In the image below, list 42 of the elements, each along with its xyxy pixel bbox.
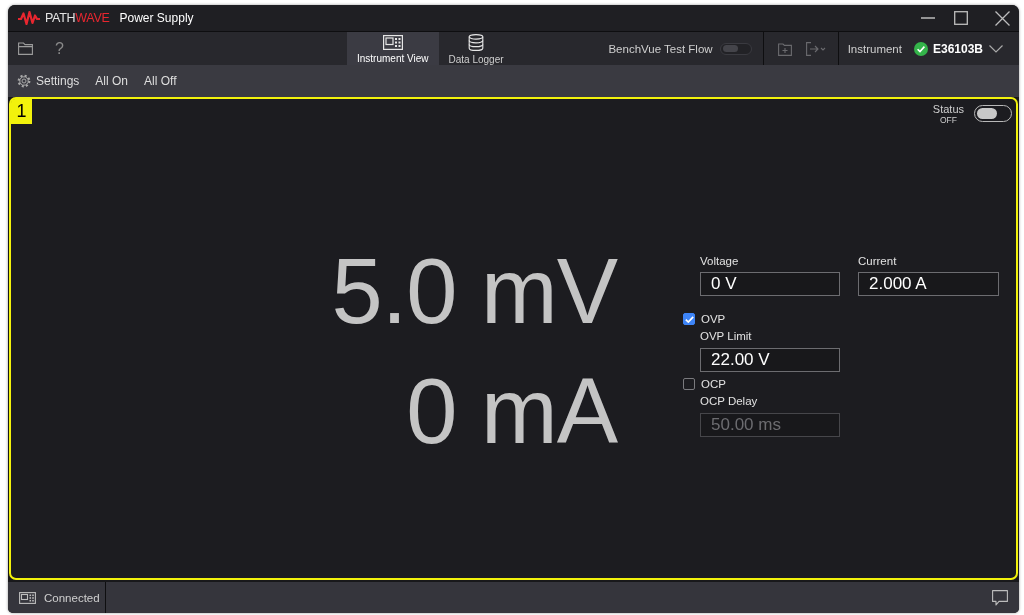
waveform-logo-icon (18, 11, 40, 25)
check-icon (684, 315, 694, 323)
protection-label: OVP (701, 312, 726, 326)
measured-reading: 5.0 mV (331, 239, 617, 344)
chevron-down-icon[interactable] (989, 44, 1003, 53)
test-flow-toggle[interactable] (719, 42, 752, 55)
maximize-icon[interactable] (954, 11, 968, 25)
protection-setting-label: OVP Limit (700, 329, 752, 343)
folder-icon[interactable] (18, 42, 33, 55)
status-label: Status (932, 103, 964, 115)
close-icon[interactable] (995, 10, 1010, 26)
action-button[interactable]: Settings (17, 74, 80, 88)
test-flow-label: BenchVue Test Flow (608, 41, 713, 56)
current-field[interactable]: 2.000 A (858, 272, 999, 296)
window-title: Power Supply (119, 11, 194, 25)
action-button[interactable]: All Off (144, 74, 177, 88)
status-value: OFF (939, 115, 957, 125)
exit-arrow-icon[interactable] (805, 41, 826, 56)
current-label: Current (858, 254, 897, 268)
instrument-label: Instrument (847, 41, 902, 56)
protection-label: OCP (701, 377, 726, 391)
protection-setting-label: OCP Delay (700, 394, 758, 408)
instrument-model-dropdown[interactable]: E36103B (932, 41, 983, 56)
protection-checkbox[interactable] (683, 313, 695, 325)
view-tab[interactable]: Instrument View (347, 32, 439, 65)
connection-status: Connected (44, 590, 100, 605)
voltage-field[interactable]: 0 V (700, 272, 840, 296)
voltage-label: Voltage (700, 254, 739, 268)
measured-reading: 0 mA (406, 359, 617, 464)
instrument-icon (19, 591, 36, 604)
action-button[interactable]: All On (95, 74, 129, 88)
channel-number-badge: 1 (11, 99, 32, 124)
gear-icon (17, 74, 31, 88)
database-icon (468, 34, 485, 51)
protection-checkbox[interactable] (683, 378, 695, 390)
protection-setting-field[interactable]: 22.00 V (700, 348, 840, 372)
logo-wordmark: PATHWAVE (45, 11, 110, 25)
instrument-icon (382, 35, 403, 50)
view-tab[interactable]: Data Logger (438, 32, 514, 65)
chat-icon[interactable] (992, 589, 1008, 606)
folder-plus-icon[interactable] (777, 41, 792, 56)
help-button[interactable]: ? (55, 39, 64, 58)
